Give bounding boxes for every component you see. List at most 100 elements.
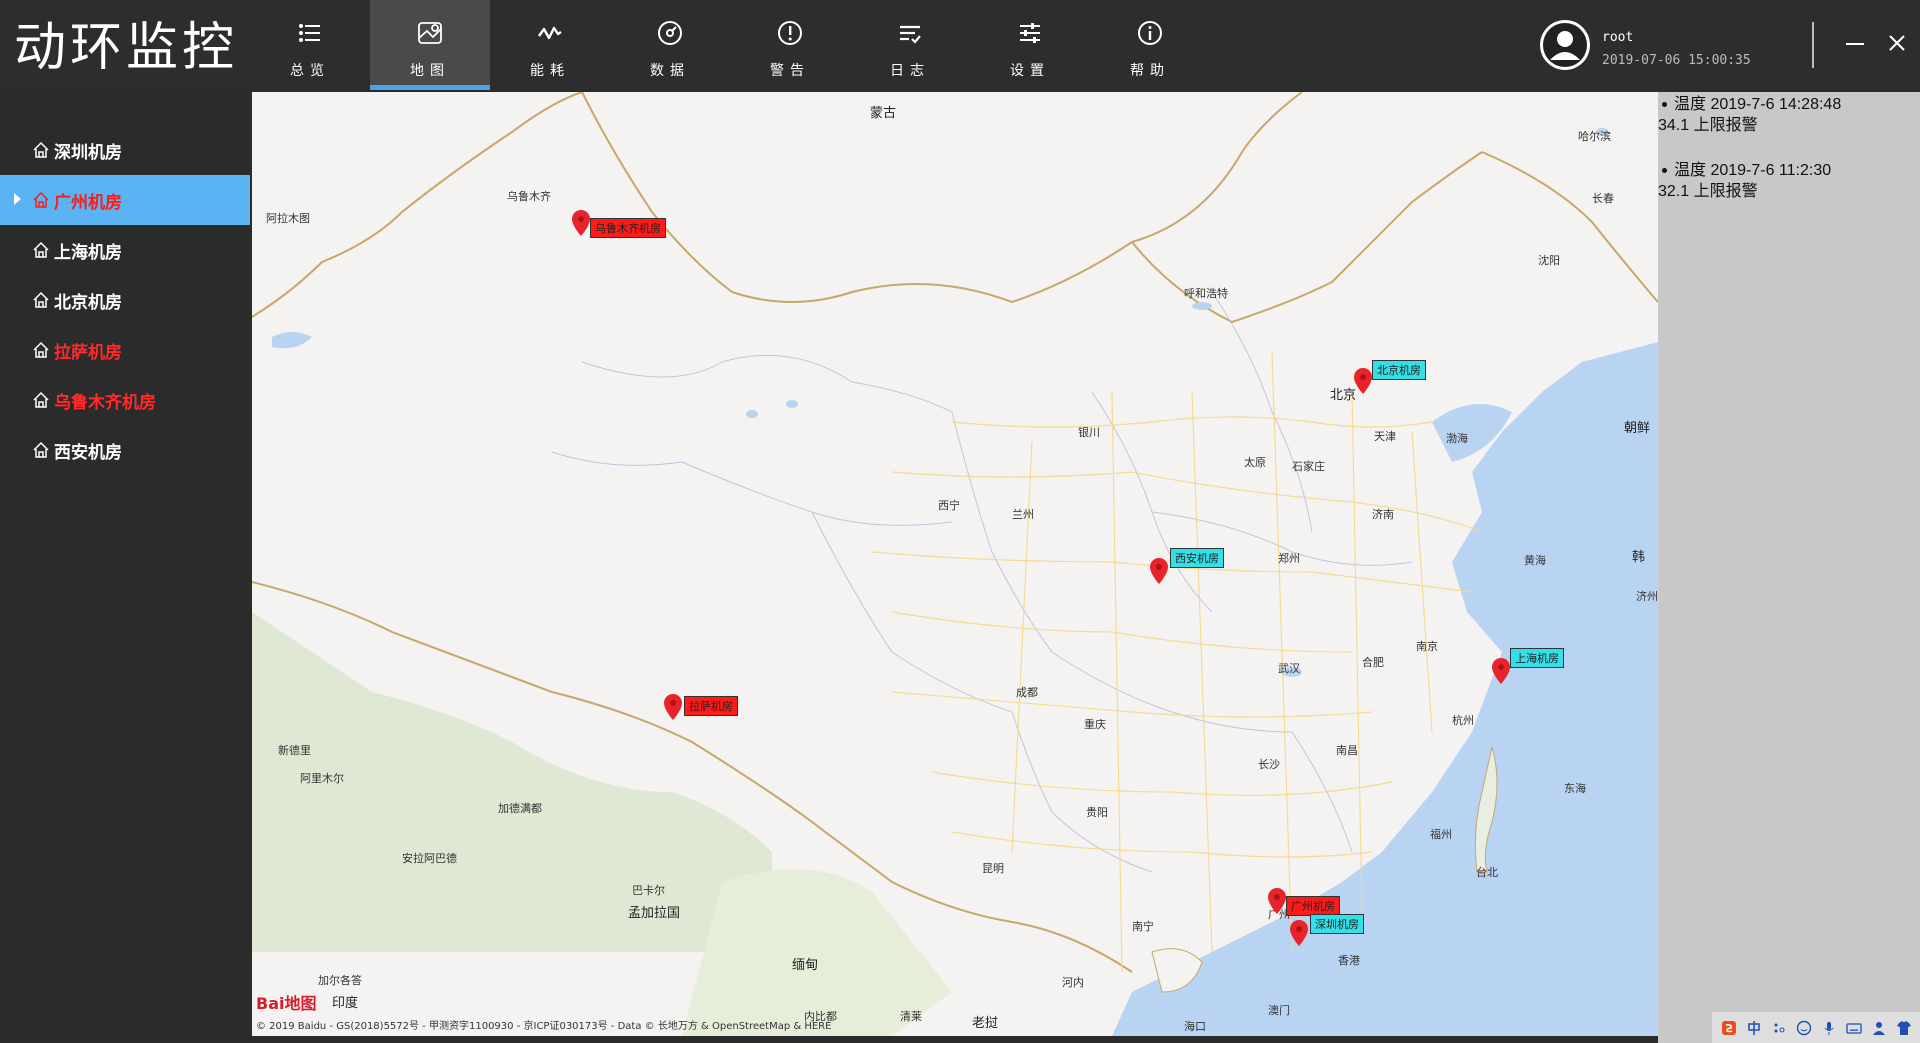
nav-label: 日志 — [890, 63, 930, 79]
nav-label: 地图 — [410, 63, 450, 79]
user-icon[interactable] — [1871, 1020, 1887, 1036]
minimize-button[interactable] — [1840, 28, 1870, 58]
city-label: 海口 — [1184, 1020, 1206, 1033]
city-label: 哈尔滨 — [1578, 130, 1611, 143]
city-label: 福州 — [1430, 828, 1452, 841]
punctuation-icon[interactable] — [1771, 1020, 1787, 1036]
user-info[interactable]: root 2019-07-06 15:00:35 — [1540, 20, 1780, 72]
keyboard-icon[interactable] — [1846, 1020, 1862, 1036]
shirt-icon[interactable] — [1896, 1020, 1912, 1036]
city-label: 新德里 — [278, 744, 311, 757]
baidu-logo: Bai地图 — [256, 994, 317, 1013]
marker-label-beijing[interactable]: 北京机房 — [1372, 360, 1426, 380]
sidebar-item-label: 上海机房 — [54, 242, 122, 263]
nav-item-help[interactable]: 帮助 — [1090, 0, 1210, 90]
city-label: 银川 — [1078, 426, 1100, 439]
marker-pin-icon[interactable] — [572, 210, 590, 236]
sidebar-item-label: 西安机房 — [54, 442, 122, 463]
city-label: 朝鲜 — [1624, 421, 1651, 436]
city-label: 台北 — [1476, 866, 1498, 879]
sidebar-item-label: 广州机房 — [54, 192, 122, 213]
city-label: 西宁 — [938, 499, 960, 512]
nav-item-settings[interactable]: 设置 — [970, 0, 1090, 90]
city-label: 黄海 — [1524, 554, 1546, 567]
city-label: 昆明 — [982, 862, 1004, 875]
nav-label: 设置 — [1010, 63, 1050, 79]
nav-item-data[interactable]: 数据 — [610, 0, 730, 90]
city-label: 呼和浩特 — [1184, 287, 1228, 300]
city-label: 长沙 — [1258, 758, 1280, 771]
map-view[interactable]: 蒙古 乌鲁木齐 阿拉木图 哈尔滨 长春 沈阳 呼和浩特 北京 天津 渤海 朝鲜 … — [252, 92, 1658, 1036]
mic-icon[interactable] — [1821, 1020, 1837, 1036]
home-icon — [32, 291, 50, 309]
home-icon — [32, 391, 50, 409]
ime-tray — [1712, 1012, 1920, 1043]
sidebar-item-lhasa[interactable]: 拉萨机房 — [0, 325, 250, 375]
marker-label-urumqi[interactable]: 乌鲁木齐机房 — [590, 218, 666, 238]
nav-item-log[interactable]: 日志 — [850, 0, 970, 90]
map-background — [252, 92, 1658, 1036]
avatar-icon[interactable] — [1540, 20, 1590, 70]
sidebar-item-xian[interactable]: 西安机房 — [0, 425, 250, 475]
nav-label: 总览 — [290, 63, 330, 79]
city-label: 重庆 — [1084, 718, 1106, 731]
home-icon — [32, 341, 50, 359]
sidebar-item-label: 拉萨机房 — [54, 342, 122, 363]
marker-pin-icon[interactable] — [1150, 558, 1168, 584]
marker-pin-icon[interactable] — [1354, 368, 1372, 394]
sidebar-item-beijing[interactable]: 北京机房 — [0, 275, 250, 325]
chinese-ime-icon[interactable] — [1746, 1020, 1762, 1036]
alert-icon — [775, 18, 805, 48]
city-label: 太原 — [1244, 456, 1266, 469]
info-icon — [1135, 18, 1165, 48]
nav-label: 帮助 — [1130, 63, 1170, 79]
nav-label: 警告 — [770, 63, 810, 79]
alarm-entry: 温度 2019-7-6 11:2:30 32.1 上限报警 — [1658, 158, 1920, 202]
marker-label-shenzhen[interactable]: 深圳机房 — [1310, 914, 1364, 934]
city-label: 郑州 — [1278, 552, 1300, 565]
nav-item-energy[interactable]: 能耗 — [490, 0, 610, 90]
city-label: 南京 — [1416, 640, 1438, 653]
log-icon — [895, 18, 925, 48]
alarm-entry: 温度 2019-7-6 14:28:48 34.1 上限报警 — [1658, 92, 1920, 136]
emoji-icon[interactable] — [1796, 1020, 1812, 1036]
home-icon — [32, 191, 50, 209]
settings-icon — [1015, 18, 1045, 48]
marker-label-xian[interactable]: 西安机房 — [1170, 548, 1224, 568]
marker-pin-icon[interactable] — [1268, 888, 1286, 914]
sidebar-item-shenzhen[interactable]: 深圳机房 — [0, 125, 250, 175]
city-label: 成都 — [1016, 686, 1038, 699]
nav-item-map[interactable]: 地图 — [370, 0, 490, 90]
sidebar-item-shanghai[interactable]: 上海机房 — [0, 225, 250, 275]
sogou-icon[interactable] — [1721, 1020, 1737, 1036]
nav-item-overview[interactable]: 总览 — [250, 0, 370, 90]
city-label: 贵阳 — [1086, 806, 1108, 819]
marker-pin-icon[interactable] — [1290, 920, 1308, 946]
city-label: 韩 — [1632, 550, 1646, 565]
marker-label-guangzhou[interactable]: 广州机房 — [1286, 896, 1340, 916]
nav-item-alert[interactable]: 警告 — [730, 0, 850, 90]
alarm-detail: 32.1 上限报警 — [1658, 183, 1758, 200]
city-label: 长春 — [1592, 192, 1614, 205]
city-label: 澳门 — [1268, 1004, 1290, 1017]
marker-label-lhasa[interactable]: 拉萨机房 — [684, 696, 738, 716]
home-icon — [32, 241, 50, 259]
top-bar: 动环监控 总览 地图 能耗 数据 警告 日志 设置 帮助 root 2019-0… — [0, 0, 1920, 90]
sidebar-item-guangzhou[interactable]: 广州机房 — [0, 175, 250, 225]
close-button[interactable] — [1882, 28, 1912, 58]
city-label: 济南 — [1372, 508, 1394, 521]
city-label: 孟加拉国 — [628, 906, 681, 921]
marker-pin-icon[interactable] — [664, 694, 682, 720]
city-label: 石家庄 — [1292, 460, 1325, 473]
home-icon — [32, 441, 50, 459]
sidebar-item-urumqi[interactable]: 乌鲁木齐机房 — [0, 375, 250, 425]
sidebar-item-label: 北京机房 — [54, 292, 122, 313]
marker-label-shanghai[interactable]: 上海机房 — [1510, 648, 1564, 668]
marker-pin-icon[interactable] — [1492, 658, 1510, 684]
divider — [1812, 22, 1814, 68]
city-label: 杭州 — [1452, 714, 1474, 727]
home-icon — [32, 141, 50, 159]
username: root — [1602, 30, 1634, 45]
current-time: 2019-07-06 15:00:35 — [1602, 53, 1751, 68]
nav-label: 数据 — [650, 63, 690, 79]
